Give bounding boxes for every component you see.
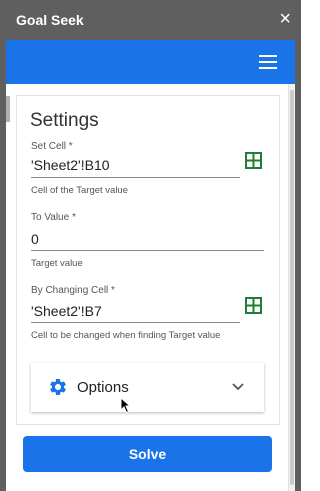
chevron-down-icon bbox=[232, 383, 244, 391]
to-value-underline bbox=[31, 250, 264, 251]
left-scroll-marker bbox=[6, 96, 10, 122]
set-cell-input[interactable]: 'Sheet2'!B10 bbox=[31, 157, 110, 173]
right-edge bbox=[295, 40, 301, 491]
panel-title: Goal Seek bbox=[16, 12, 84, 28]
grid-icon[interactable] bbox=[245, 152, 262, 169]
hamburger-icon[interactable] bbox=[259, 55, 277, 69]
set-cell-help: Cell of the Target value bbox=[31, 185, 128, 196]
to-value-help: Target value bbox=[31, 258, 83, 269]
close-icon[interactable]: × bbox=[279, 9, 291, 29]
changing-cell-label: By Changing Cell * bbox=[31, 285, 115, 296]
solve-button[interactable]: Solve bbox=[23, 436, 272, 472]
options-expander[interactable]: Options bbox=[31, 363, 264, 412]
set-cell-underline bbox=[31, 177, 240, 178]
grid-icon[interactable] bbox=[245, 297, 262, 314]
changing-cell-input[interactable]: 'Sheet2'!B7 bbox=[31, 303, 102, 319]
changing-cell-help: Cell to be changed when finding Target v… bbox=[31, 330, 221, 341]
to-value-label: To Value * bbox=[31, 212, 76, 223]
set-cell-label: Set Cell * bbox=[31, 141, 73, 152]
to-value-input[interactable]: 0 bbox=[31, 231, 39, 247]
changing-cell-underline bbox=[31, 322, 240, 323]
gear-icon bbox=[50, 379, 66, 395]
panel-titlebar: Goal Seek × bbox=[0, 0, 301, 40]
header-bar bbox=[6, 40, 295, 84]
scrollbar-thumb[interactable] bbox=[290, 90, 294, 485]
settings-title: Settings bbox=[30, 110, 99, 131]
mouse-cursor-icon bbox=[120, 397, 132, 414]
options-label: Options bbox=[77, 379, 129, 396]
